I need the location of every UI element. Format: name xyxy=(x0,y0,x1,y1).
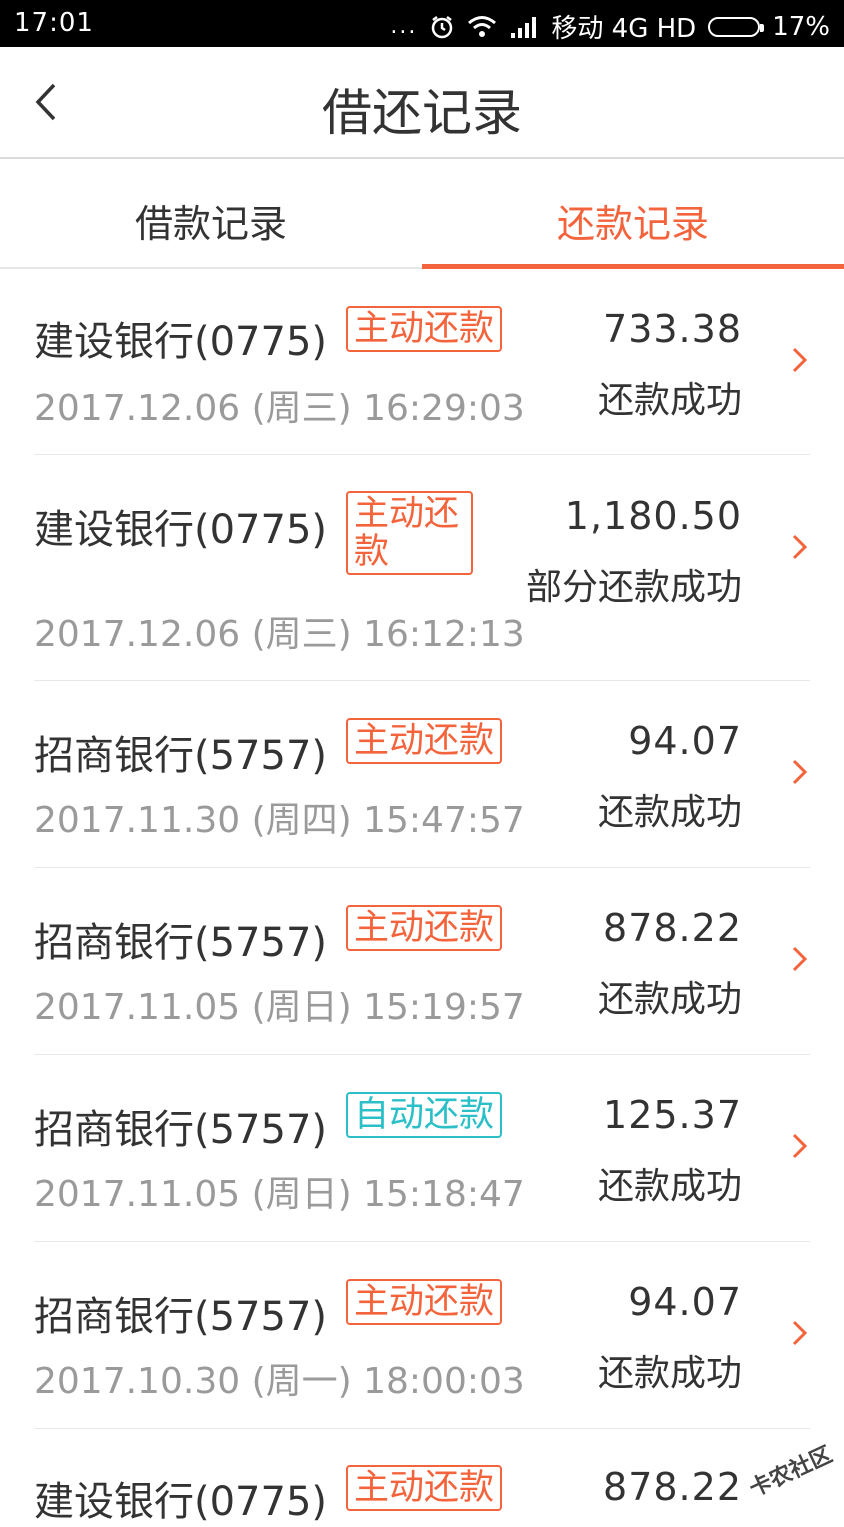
chevron-right-icon xyxy=(792,534,808,560)
repay-type-tag: 主动还款 xyxy=(346,718,503,764)
battery-percent: 17% xyxy=(772,11,830,42)
repay-amount: 878.22 xyxy=(603,1465,742,1509)
chevron-right-icon xyxy=(792,1133,808,1159)
list-item[interactable]: 招商银行(5757) 主动还款 2017.11.30 (周四) 15:47:57… xyxy=(34,681,810,868)
list-item[interactable]: 招商银行(5757) 主动还款 2017.11.05 (周日) 15:19:57… xyxy=(34,868,810,1055)
repay-date: 2017.12.06 (周三) 16:12:13 xyxy=(34,614,525,655)
repay-date: 2017.12.06 (周三) 16:29:03 xyxy=(34,388,525,429)
repay-date: 2017.11.05 (周日) 15:19:57 xyxy=(34,987,525,1028)
repay-type-tag: 自动还款 xyxy=(346,1092,503,1138)
list-item[interactable]: 招商银行(5757) 自动还款 2017.11.05 (周日) 15:18:47… xyxy=(34,1055,810,1242)
repay-amount: 125.37 xyxy=(603,1093,742,1137)
alarm-icon xyxy=(432,15,453,38)
list-item[interactable]: 建设银行(0775) 主动还款 2017.12.06 (周三) 16:29:03… xyxy=(34,269,810,455)
signal-icon xyxy=(511,16,537,38)
bank-name: 建设银行(0775) xyxy=(34,507,328,553)
chevron-right-icon xyxy=(792,946,808,972)
repay-date: 2017.10.30 (周一) 18:00:03 xyxy=(34,1361,525,1402)
repay-amount: 878.22 xyxy=(603,906,742,950)
page-title: 借还记录 xyxy=(322,84,522,142)
wifi-icon xyxy=(468,15,497,37)
repay-status: 部分还款成功 xyxy=(525,567,742,608)
list-item[interactable]: 建设银行(0775) 主动还款 878.22 xyxy=(34,1429,810,1525)
repay-amount: 94.07 xyxy=(628,1280,742,1324)
bank-name: 招商银行(5757) xyxy=(34,733,328,779)
repay-status: 还款成功 xyxy=(597,380,742,421)
tab-repay-records[interactable]: 还款记录 xyxy=(422,193,844,248)
record-tabs: 借款记录 还款记录 xyxy=(0,159,844,269)
repay-amount: 733.38 xyxy=(603,307,742,351)
app-header: 借还记录 xyxy=(0,47,844,159)
status-bar: 17:01 ... 移动 4G HD 17% xyxy=(0,0,844,47)
bank-name: 建设银行(0775) xyxy=(34,319,328,365)
repay-status: 还款成功 xyxy=(597,1353,742,1394)
repay-amount: 1,180.50 xyxy=(564,494,742,538)
repay-date: 2017.11.30 (周四) 15:47:57 xyxy=(34,800,525,841)
bank-name: 建设银行(0775) xyxy=(34,1479,328,1525)
bank-name: 招商银行(5757) xyxy=(34,920,328,966)
list-item[interactable]: 建设银行(0775) 主动还款 2017.12.06 (周三) 16:12:13… xyxy=(34,455,810,681)
status-time: 17:01 xyxy=(14,8,94,38)
repay-type-tag: 主动还款 xyxy=(346,905,503,951)
tab-borrow-records[interactable]: 借款记录 xyxy=(0,193,422,248)
repay-status: 还款成功 xyxy=(597,1166,742,1207)
repay-type-tag: 主动还款 xyxy=(346,491,473,575)
repayment-list: 建设银行(0775) 主动还款 2017.12.06 (周三) 16:29:03… xyxy=(0,269,844,1525)
bank-name: 招商银行(5757) xyxy=(34,1294,328,1340)
carrier-label: 移动 4G HD xyxy=(551,14,697,44)
repay-type-tag: 主动还款 xyxy=(346,1465,503,1511)
repay-status: 还款成功 xyxy=(597,979,742,1020)
bank-name: 招商银行(5757) xyxy=(34,1107,328,1153)
repay-date: 2017.11.05 (周日) 15:18:47 xyxy=(34,1174,525,1215)
battery-icon xyxy=(708,16,765,37)
repay-type-tag: 主动还款 xyxy=(346,306,503,352)
list-item[interactable]: 招商银行(5757) 主动还款 2017.10.30 (周一) 18:00:03… xyxy=(34,1242,810,1429)
repay-amount: 94.07 xyxy=(628,719,742,763)
repay-status: 还款成功 xyxy=(597,792,742,833)
chevron-right-icon xyxy=(792,347,808,373)
notification-dots-icon: ... xyxy=(390,14,418,39)
repay-type-tag: 主动还款 xyxy=(346,1279,503,1325)
chevron-right-icon xyxy=(792,759,808,785)
chevron-right-icon xyxy=(792,1320,808,1346)
status-icons: ... 移动 4G HD 17% xyxy=(390,8,830,45)
